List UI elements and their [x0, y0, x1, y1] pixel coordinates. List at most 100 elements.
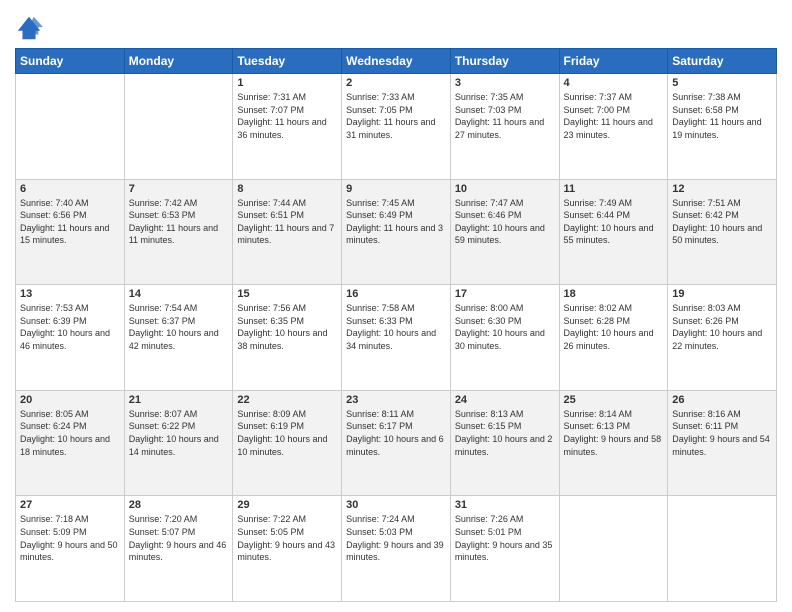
- day-number: 24: [455, 394, 555, 406]
- day-number: 5: [672, 77, 772, 89]
- calendar-cell: 18 Sunrise: 8:02 AM Sunset: 6:28 PM Dayli…: [559, 285, 668, 391]
- day-number: 6: [20, 183, 120, 195]
- calendar-cell: 3 Sunrise: 7:35 AM Sunset: 7:03 PM Daylig…: [450, 74, 559, 180]
- calendar-cell: 9 Sunrise: 7:45 AM Sunset: 6:49 PM Daylig…: [342, 179, 451, 285]
- day-number: 30: [346, 499, 446, 511]
- calendar-body: 1 Sunrise: 7:31 AM Sunset: 7:07 PM Daylig…: [16, 74, 777, 602]
- header: [15, 10, 777, 42]
- day-number: 26: [672, 394, 772, 406]
- cell-info: Sunrise: 7:56 AM Sunset: 6:35 PM Dayligh…: [237, 302, 337, 352]
- day-number: 10: [455, 183, 555, 195]
- logo: [15, 14, 45, 42]
- day-number: 15: [237, 288, 337, 300]
- cell-info: Sunrise: 7:35 AM Sunset: 7:03 PM Dayligh…: [455, 91, 555, 141]
- day-number: 18: [564, 288, 664, 300]
- day-number: 21: [129, 394, 229, 406]
- calendar-cell: 25Sunrise: 8:14 AM Sunset: 6:13 PM Dayli…: [559, 390, 668, 496]
- calendar-cell: 31 Sunrise: 7:26 AM Sunset: 5:01 PM Dayli…: [450, 496, 559, 602]
- cell-info: Sunrise: 8:03 AM Sunset: 6:26 PM Dayligh…: [672, 302, 772, 352]
- weekday-header: Thursday: [450, 49, 559, 74]
- calendar-cell: 7Sunrise: 7:42 AM Sunset: 6:53 PM Daylig…: [124, 179, 233, 285]
- day-number: 25: [564, 394, 664, 406]
- calendar-cell: [16, 74, 125, 180]
- calendar: SundayMondayTuesdayWednesdayThursdayFrid…: [15, 48, 777, 602]
- calendar-cell: 28 Sunrise: 7:20 AM Sunset: 5:07 PM Dayli…: [124, 496, 233, 602]
- cell-info: Sunrise: 7:26 AM Sunset: 5:01 PM Dayligh…: [455, 513, 555, 563]
- cell-info: Sunrise: 7:37 AM Sunset: 7:00 PM Dayligh…: [564, 91, 664, 141]
- cell-info: Sunrise: 8:13 AM Sunset: 6:15 PM Dayligh…: [455, 408, 555, 458]
- weekday-header: Saturday: [668, 49, 777, 74]
- calendar-cell: [124, 74, 233, 180]
- calendar-cell: 11Sunrise: 7:49 AM Sunset: 6:44 PM Dayli…: [559, 179, 668, 285]
- logo-icon: [15, 14, 43, 42]
- day-number: 23: [346, 394, 446, 406]
- day-number: 13: [20, 288, 120, 300]
- weekday-header: Tuesday: [233, 49, 342, 74]
- day-number: 2: [346, 77, 446, 89]
- day-number: 27: [20, 499, 120, 511]
- cell-info: Sunrise: 8:05 AM Sunset: 6:24 PM Dayligh…: [20, 408, 120, 458]
- calendar-cell: 14 Sunrise: 7:54 AM Sunset: 6:37 PM Dayli…: [124, 285, 233, 391]
- cell-info: Sunrise: 8:00 AM Sunset: 6:30 PM Dayligh…: [455, 302, 555, 352]
- day-number: 9: [346, 183, 446, 195]
- day-number: 11: [564, 183, 664, 195]
- cell-info: Sunrise: 7:54 AM Sunset: 6:37 PM Dayligh…: [129, 302, 229, 352]
- cell-info: Sunrise: 7:18 AM Sunset: 5:09 PM Dayligh…: [20, 513, 120, 563]
- cell-info: Sunrise: 8:02 AM Sunset: 6:28 PM Dayligh…: [564, 302, 664, 352]
- calendar-cell: 30 Sunrise: 7:24 AM Sunset: 5:03 PM Dayli…: [342, 496, 451, 602]
- calendar-cell: 29Sunrise: 7:22 AM Sunset: 5:05 PM Dayli…: [233, 496, 342, 602]
- calendar-week-row: 13Sunrise: 7:53 AM Sunset: 6:39 PM Dayli…: [16, 285, 777, 391]
- day-number: 7: [129, 183, 229, 195]
- calendar-cell: 1 Sunrise: 7:31 AM Sunset: 7:07 PM Daylig…: [233, 74, 342, 180]
- calendar-cell: 13Sunrise: 7:53 AM Sunset: 6:39 PM Dayli…: [16, 285, 125, 391]
- cell-info: Sunrise: 8:07 AM Sunset: 6:22 PM Dayligh…: [129, 408, 229, 458]
- cell-info: Sunrise: 7:20 AM Sunset: 5:07 PM Dayligh…: [129, 513, 229, 563]
- calendar-cell: 16Sunrise: 7:58 AM Sunset: 6:33 PM Dayli…: [342, 285, 451, 391]
- calendar-cell: [559, 496, 668, 602]
- day-number: 31: [455, 499, 555, 511]
- calendar-cell: 10 Sunrise: 7:47 AM Sunset: 6:46 PM Dayli…: [450, 179, 559, 285]
- cell-info: Sunrise: 7:33 AM Sunset: 7:05 PM Dayligh…: [346, 91, 446, 141]
- calendar-cell: 24 Sunrise: 8:13 AM Sunset: 6:15 PM Dayli…: [450, 390, 559, 496]
- day-number: 16: [346, 288, 446, 300]
- day-number: 4: [564, 77, 664, 89]
- day-number: 28: [129, 499, 229, 511]
- calendar-week-row: 20 Sunrise: 8:05 AM Sunset: 6:24 PM Dayli…: [16, 390, 777, 496]
- calendar-cell: 6Sunrise: 7:40 AM Sunset: 6:56 PM Daylig…: [16, 179, 125, 285]
- day-number: 20: [20, 394, 120, 406]
- cell-info: Sunrise: 8:11 AM Sunset: 6:17 PM Dayligh…: [346, 408, 446, 458]
- day-number: 8: [237, 183, 337, 195]
- calendar-week-row: 1 Sunrise: 7:31 AM Sunset: 7:07 PM Daylig…: [16, 74, 777, 180]
- calendar-week-row: 27 Sunrise: 7:18 AM Sunset: 5:09 PM Dayli…: [16, 496, 777, 602]
- cell-info: Sunrise: 7:24 AM Sunset: 5:03 PM Dayligh…: [346, 513, 446, 563]
- day-number: 19: [672, 288, 772, 300]
- cell-info: Sunrise: 8:09 AM Sunset: 6:19 PM Dayligh…: [237, 408, 337, 458]
- calendar-cell: 23 Sunrise: 8:11 AM Sunset: 6:17 PM Dayli…: [342, 390, 451, 496]
- calendar-cell: 2 Sunrise: 7:33 AM Sunset: 7:05 PM Daylig…: [342, 74, 451, 180]
- day-number: 22: [237, 394, 337, 406]
- day-number: 3: [455, 77, 555, 89]
- weekday-header: Friday: [559, 49, 668, 74]
- day-number: 14: [129, 288, 229, 300]
- calendar-cell: 17 Sunrise: 8:00 AM Sunset: 6:30 PM Dayli…: [450, 285, 559, 391]
- cell-info: Sunrise: 7:44 AM Sunset: 6:51 PM Dayligh…: [237, 197, 337, 247]
- cell-info: Sunrise: 7:47 AM Sunset: 6:46 PM Dayligh…: [455, 197, 555, 247]
- cell-info: Sunrise: 7:45 AM Sunset: 6:49 PM Dayligh…: [346, 197, 446, 247]
- day-number: 1: [237, 77, 337, 89]
- calendar-cell: 22 Sunrise: 8:09 AM Sunset: 6:19 PM Dayli…: [233, 390, 342, 496]
- cell-info: Sunrise: 7:22 AM Sunset: 5:05 PM Dayligh…: [237, 513, 337, 563]
- calendar-cell: 26Sunrise: 8:16 AM Sunset: 6:11 PM Dayli…: [668, 390, 777, 496]
- calendar-cell: [668, 496, 777, 602]
- calendar-cell: 27 Sunrise: 7:18 AM Sunset: 5:09 PM Dayli…: [16, 496, 125, 602]
- calendar-cell: 15 Sunrise: 7:56 AM Sunset: 6:35 PM Dayli…: [233, 285, 342, 391]
- weekday-header: Sunday: [16, 49, 125, 74]
- weekday-header: Monday: [124, 49, 233, 74]
- day-number: 12: [672, 183, 772, 195]
- calendar-header-row: SundayMondayTuesdayWednesdayThursdayFrid…: [16, 49, 777, 74]
- cell-info: Sunrise: 7:38 AM Sunset: 6:58 PM Dayligh…: [672, 91, 772, 141]
- cell-info: Sunrise: 7:31 AM Sunset: 7:07 PM Dayligh…: [237, 91, 337, 141]
- page: SundayMondayTuesdayWednesdayThursdayFrid…: [0, 0, 792, 612]
- calendar-week-row: 6Sunrise: 7:40 AM Sunset: 6:56 PM Daylig…: [16, 179, 777, 285]
- day-number: 17: [455, 288, 555, 300]
- cell-info: Sunrise: 7:51 AM Sunset: 6:42 PM Dayligh…: [672, 197, 772, 247]
